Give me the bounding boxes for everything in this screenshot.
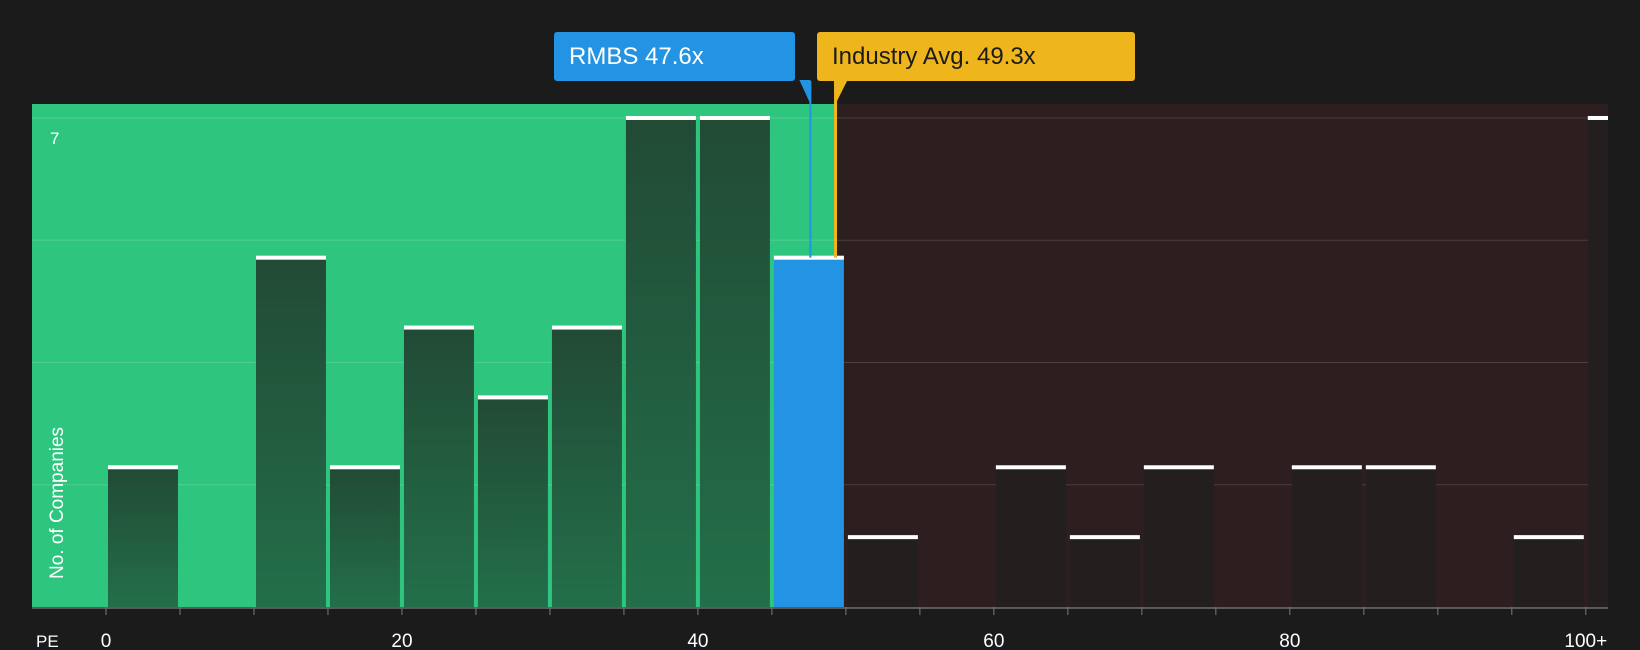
bar-cap-25-30 [477,395,548,400]
bar-cap-50-55 [847,535,918,540]
above-industry-region [835,104,1608,607]
x-tick-label-80: 80 [1279,631,1300,650]
x-tick-label-100+: 100+ [1564,631,1607,650]
bar-cap-95-100 [1513,535,1584,540]
bar-cap-20-25 [403,325,474,330]
bar-85-90 [1365,467,1436,607]
bar-cap-40-45 [699,115,770,120]
bar-35-40 [625,117,696,607]
x-tick-label-0: 0 [101,631,112,650]
y-axis-label: No. of Companies [47,427,68,579]
x-axis-label: PE [36,632,59,650]
bar-cap-45-50 [773,255,844,260]
industry-callout-pointer [835,80,848,104]
x-tick-label-20: 20 [391,631,412,650]
bar-cap-15-20 [329,465,400,470]
bar-cap-0-5 [107,465,178,470]
bar-25-30 [477,397,548,607]
bar-80-85 [1291,467,1362,607]
bar-20-25 [403,327,474,607]
bar-95-100 [1513,537,1584,607]
bar-50-55 [847,537,918,607]
bar-10-15 [255,257,326,607]
x-tick-label-60: 60 [983,631,1004,650]
bar-cap-60-65 [995,465,1066,470]
bar-70-75 [1143,467,1214,607]
bar-0-5 [107,467,178,607]
bar-cap-65-70 [1069,535,1140,540]
bar-cap-70-75 [1143,465,1214,470]
bar-cap-35-40 [625,115,696,120]
bar-40-45 [699,117,770,607]
bar-cap-30-35 [551,325,622,330]
industry-avg-callout: Industry Avg. 49.3x [817,32,1135,81]
bar-60-65 [995,467,1066,607]
company-pe-callout: RMBS 47.6x [554,32,795,81]
industry-avg-label: Industry Avg. 49.3x [832,43,1036,70]
x-tick-label-40: 40 [687,631,708,650]
bar-cap-overflow-100-plus [1587,115,1608,120]
bar-65-70 [1069,537,1140,607]
bar-cap-10-15 [255,255,326,260]
bar-cap-80-85 [1291,465,1362,470]
bar-15-20 [329,467,400,607]
x-axis-ticks: 0 20 40 60 80 100+ [101,607,1607,650]
bar-45-50 [773,257,844,607]
bar-30-35 [551,327,622,607]
company-pe-label: RMBS 47.6x [569,43,704,70]
bar-cap-85-90 [1365,465,1436,470]
y-tick-label-7: 7 [50,129,59,148]
pe-histogram-chart: 0 20 40 60 80 100+ No. of Companies 7 PE [32,80,1608,650]
bar-overflow-100-plus [1587,117,1608,607]
company-callout-pointer [799,80,811,104]
